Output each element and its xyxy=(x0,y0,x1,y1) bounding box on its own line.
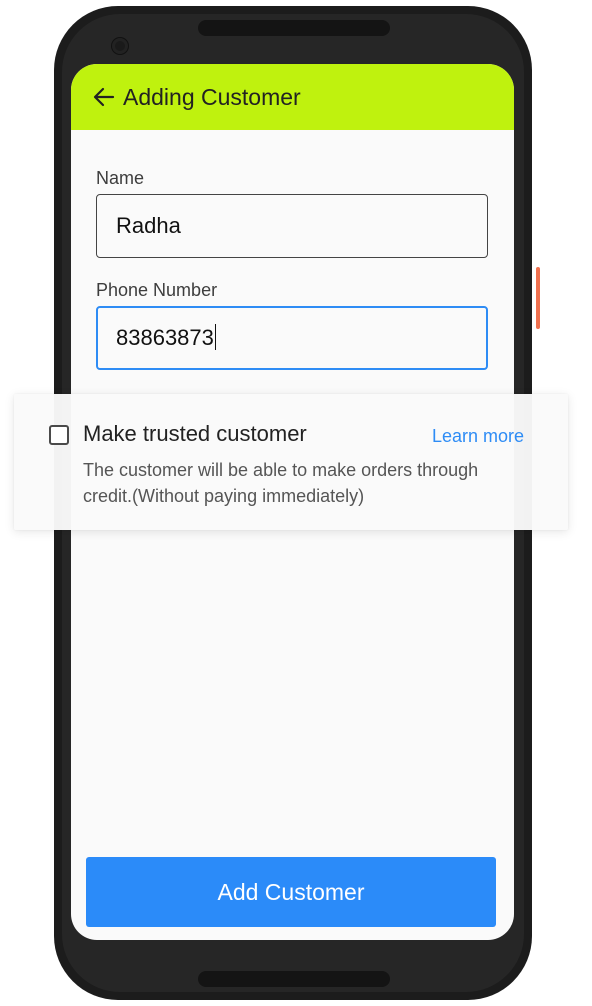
trusted-customer-card: Make trusted customer Learn more The cus… xyxy=(14,394,568,530)
learn-more-link[interactable]: Learn more xyxy=(432,426,524,446)
add-customer-button[interactable]: Add Customer xyxy=(86,857,496,927)
trusted-customer-title: Make trusted customer xyxy=(83,421,307,446)
page-title: Adding Customer xyxy=(123,84,301,110)
name-input-value: Radha xyxy=(116,213,181,238)
arrow-left-icon[interactable] xyxy=(91,84,117,110)
text-caret xyxy=(214,324,217,350)
phone-input-value: 83863873 xyxy=(116,325,214,350)
trusted-customer-description: The customer will be able to make orders… xyxy=(83,460,479,506)
bottom-speaker xyxy=(198,971,390,987)
side-button xyxy=(536,267,540,329)
phone-label: Phone Number xyxy=(96,280,218,300)
front-camera xyxy=(112,38,128,54)
app-bar: Adding Customer xyxy=(71,64,514,130)
top-speaker xyxy=(198,20,390,36)
name-input[interactable]: Radha xyxy=(96,194,488,258)
trusted-customer-checkbox[interactable] xyxy=(49,425,69,445)
phone-input[interactable]: 83863873 xyxy=(96,306,488,370)
name-label: Name xyxy=(96,168,145,188)
